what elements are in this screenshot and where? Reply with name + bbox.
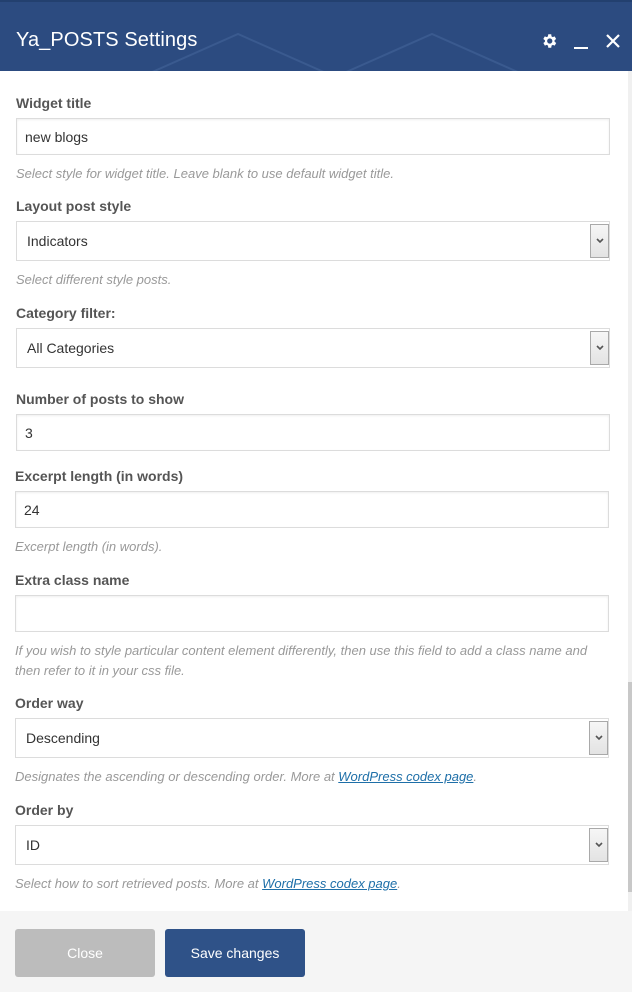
layout-post-style-label: Layout post style (16, 198, 132, 214)
chevron-down-icon (589, 721, 608, 755)
field-category-filter: Category filter: All Categories (16, 305, 610, 368)
field-widget-title: Widget title new blogs Select style for … (16, 95, 610, 184)
close-button[interactable]: Close (15, 929, 155, 977)
order-way-help-suffix: . (473, 769, 478, 784)
field-order-by: Order by ID Select how to sort retrieved… (15, 802, 609, 894)
extra-class-name-input[interactable] (15, 595, 609, 632)
gear-icon (543, 34, 557, 48)
number-of-posts-input[interactable]: 3 (16, 414, 610, 451)
field-extra-class-name: Extra class name If you wish to style pa… (15, 572, 609, 681)
widget-title-input[interactable]: new blogs (16, 118, 610, 155)
layout-post-style-help: Select different style posts. (16, 272, 172, 287)
wordpress-codex-link[interactable]: WordPress codex page (338, 769, 473, 784)
dialog-title: Ya_POSTS Settings (16, 29, 198, 51)
order-way-select[interactable]: Descending (15, 718, 609, 758)
order-by-help-suffix: . (397, 876, 401, 891)
order-by-help-text: Select how to sort retrieved posts. More… (15, 876, 263, 891)
number-of-posts-label: Number of posts to show (16, 391, 184, 407)
close-icon (606, 34, 620, 48)
wordpress-codex-link[interactable]: WordPress codex page (262, 876, 397, 891)
settings-form: Widget title new blogs Select style for … (0, 71, 628, 911)
excerpt-length-help: Excerpt length (in words). (15, 539, 163, 554)
save-changes-button[interactable]: Save changes (165, 929, 305, 977)
category-filter-value: All Categories (27, 340, 115, 356)
layout-post-style-value: Indicators (27, 233, 88, 249)
minimize-icon (574, 47, 588, 49)
order-by-select[interactable]: ID (15, 825, 609, 865)
order-way-label: Order way (15, 695, 84, 711)
widget-title-label: Widget title (16, 95, 92, 111)
field-excerpt-length: Excerpt length (in words) 24 Excerpt len… (15, 468, 609, 557)
extra-class-name-help: If you wish to style particular content … (15, 643, 588, 678)
chevron-down-icon (589, 828, 608, 862)
extra-class-name-label: Extra class name (15, 572, 130, 588)
scrollbar-thumb[interactable] (628, 682, 632, 892)
dialog-header: Ya_POSTS Settings (0, 0, 632, 71)
category-filter-select[interactable]: All Categories (16, 328, 610, 368)
field-order-way: Order way Descending Designates the asce… (15, 695, 609, 787)
order-by-label: Order by (15, 802, 74, 818)
layout-post-style-select[interactable]: Indicators (16, 221, 610, 261)
minimize-button[interactable] (570, 30, 592, 52)
field-layout-post-style: Layout post style Indicators Select diff… (16, 198, 610, 290)
order-way-value: Descending (26, 730, 100, 746)
chevron-down-icon (590, 224, 609, 258)
order-way-help: Designates the ascending or descending o… (15, 767, 609, 787)
category-filter-label: Category filter: (16, 305, 116, 321)
excerpt-length-input[interactable]: 24 (15, 491, 609, 528)
field-number-of-posts: Number of posts to show 3 (16, 391, 610, 451)
order-way-help-text: Designates the ascending or descending o… (15, 769, 339, 784)
settings-button[interactable] (538, 30, 560, 52)
order-by-help: Select how to sort retrieved posts. More… (15, 874, 609, 894)
widget-title-help: Select style for widget title. Leave bla… (16, 166, 394, 181)
excerpt-length-label: Excerpt length (in words) (15, 468, 184, 484)
chevron-down-icon (590, 331, 609, 365)
order-by-value: ID (26, 837, 40, 853)
close-dialog-button[interactable] (602, 30, 624, 52)
